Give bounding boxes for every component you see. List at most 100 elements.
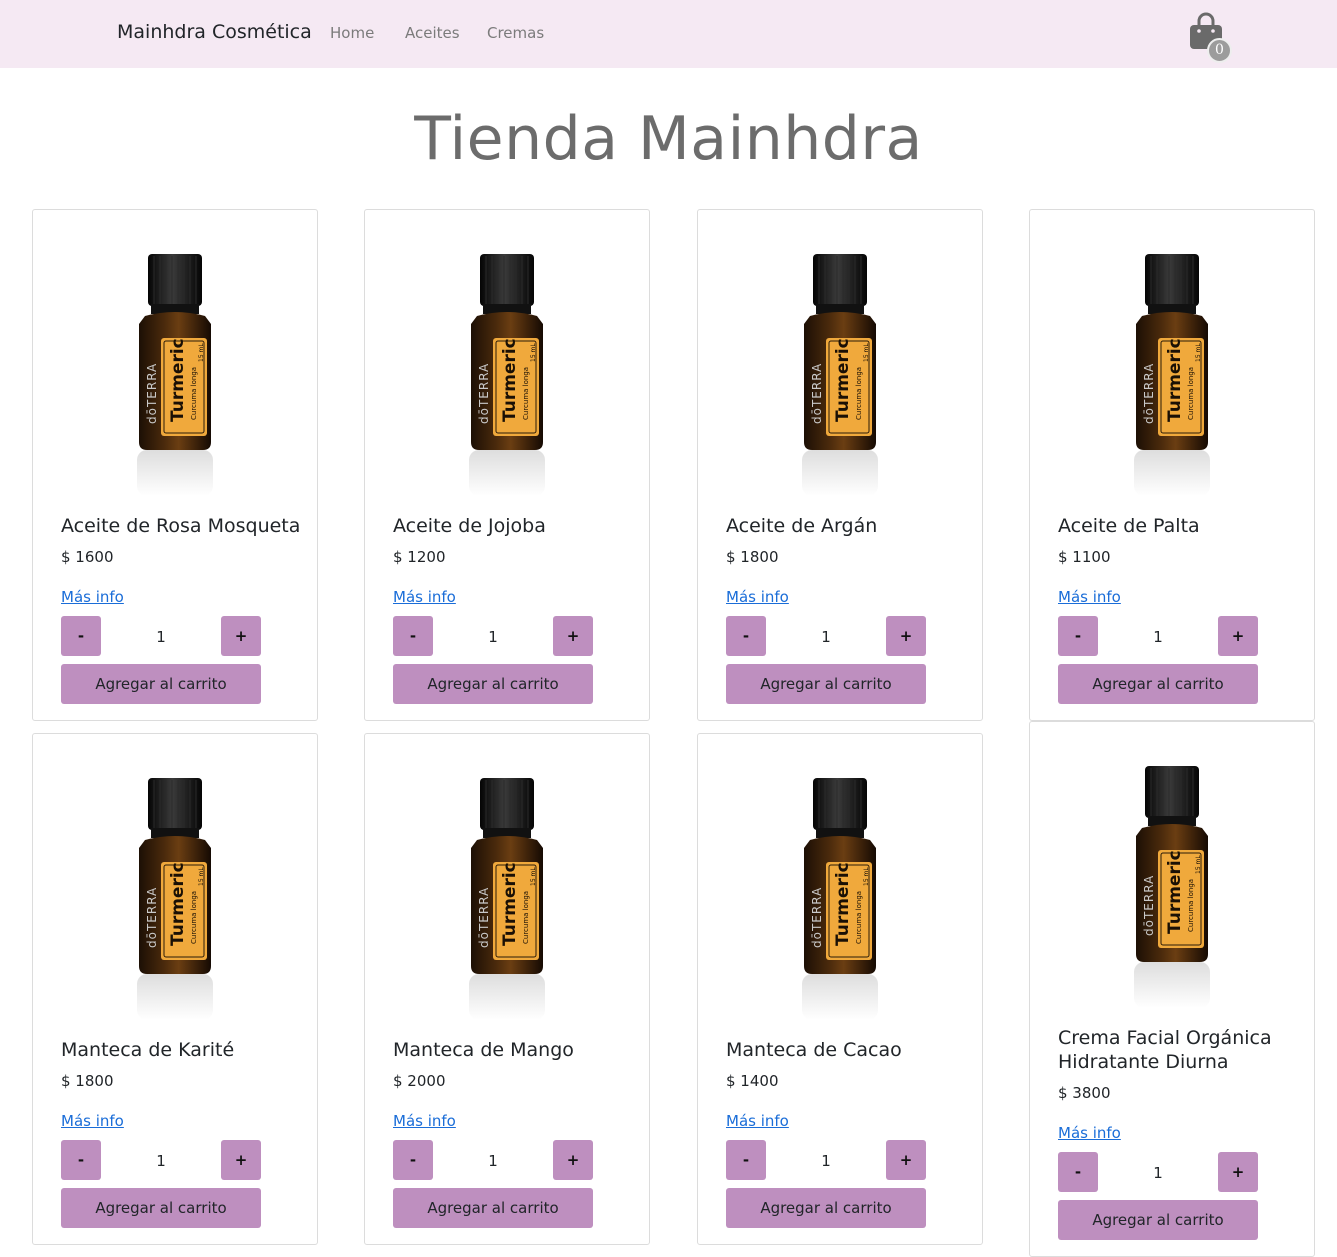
increment-button[interactable]: + <box>1218 616 1258 656</box>
product-image: dōTERRA Turmeric Curcuma longa 15 mL <box>365 734 649 1024</box>
decrement-button[interactable]: - <box>1058 1152 1098 1192</box>
product-title: Aceite de Jojoba <box>393 515 546 537</box>
svg-text:Curcuma longa: Curcuma longa <box>522 891 530 944</box>
svg-text:15 mL: 15 mL <box>863 867 870 886</box>
product-price: $ 1400 <box>726 1072 779 1090</box>
svg-text:Curcuma longa: Curcuma longa <box>1187 367 1195 420</box>
product-title: Aceite de Argán <box>726 515 878 537</box>
more-info-link[interactable]: Más info <box>393 588 456 606</box>
svg-text:Curcuma longa: Curcuma longa <box>855 891 863 944</box>
product-image: dōTERRA Turmeric Curcuma longa 15 mL <box>365 210 649 500</box>
quantity-value: 1 <box>488 1152 498 1170</box>
decrement-button[interactable]: - <box>61 616 101 656</box>
svg-text:dōTERRA: dōTERRA <box>145 363 159 424</box>
decrement-button[interactable]: - <box>393 616 433 656</box>
nav-link-aceites[interactable]: Aceites <box>405 24 460 42</box>
product-image: dōTERRA Turmeric Curcuma longa 15 mL <box>33 210 317 500</box>
product-image: dōTERRA Turmeric Curcuma longa 15 mL <box>698 734 982 1024</box>
add-to-cart-button[interactable]: Agregar al carrito <box>393 1188 593 1228</box>
product-card: dōTERRA Turmeric Curcuma longa 15 mL Ace… <box>364 209 650 721</box>
more-info-link[interactable]: Más info <box>1058 588 1121 606</box>
svg-text:15 mL: 15 mL <box>530 343 537 362</box>
svg-text:Turmeric: Turmeric <box>500 338 520 422</box>
product-card: dōTERRA Turmeric Curcuma longa 15 mL Man… <box>697 733 983 1245</box>
decrement-button[interactable]: - <box>726 1140 766 1180</box>
product-image: dōTERRA Turmeric Curcuma longa 15 mL <box>698 210 982 500</box>
add-to-cart-button[interactable]: Agregar al carrito <box>393 664 593 704</box>
increment-button[interactable]: + <box>221 1140 261 1180</box>
svg-text:dōTERRA: dōTERRA <box>145 887 159 948</box>
quantity-value: 1 <box>156 1152 166 1170</box>
more-info-link[interactable]: Más info <box>1058 1124 1121 1142</box>
product-card: dōTERRA Turmeric Curcuma longa 15 mL Man… <box>364 733 650 1245</box>
decrement-button[interactable]: - <box>393 1140 433 1180</box>
decrement-button[interactable]: - <box>1058 616 1098 656</box>
add-to-cart-button[interactable]: Agregar al carrito <box>726 1188 926 1228</box>
svg-text:Turmeric: Turmeric <box>1165 850 1185 934</box>
product-card: dōTERRA Turmeric Curcuma longa 15 mL Ace… <box>32 209 318 721</box>
navbar: Mainhdra Cosmética Home Aceites Cremas 0 <box>0 0 1337 68</box>
product-title: Aceite de Palta <box>1058 515 1200 537</box>
increment-button[interactable]: + <box>553 616 593 656</box>
svg-text:dōTERRA: dōTERRA <box>1142 363 1156 424</box>
cart-button[interactable]: 0 <box>1188 12 1234 64</box>
cart-count-badge: 0 <box>1207 38 1232 63</box>
svg-text:Curcuma longa: Curcuma longa <box>1187 879 1195 932</box>
increment-button[interactable]: + <box>221 616 261 656</box>
increment-button[interactable]: + <box>553 1140 593 1180</box>
svg-text:15 mL: 15 mL <box>198 343 205 362</box>
decrement-button[interactable]: - <box>61 1140 101 1180</box>
increment-button[interactable]: + <box>1218 1152 1258 1192</box>
nav-link-cremas[interactable]: Cremas <box>487 24 544 42</box>
quantity-value: 1 <box>821 628 831 646</box>
add-to-cart-button[interactable]: Agregar al carrito <box>1058 1200 1258 1240</box>
quantity-value: 1 <box>1153 628 1163 646</box>
product-card: dōTERRA Turmeric Curcuma longa 15 mL Cre… <box>1029 721 1315 1257</box>
svg-text:dōTERRA: dōTERRA <box>810 887 824 948</box>
brand-link[interactable]: Mainhdra Cosmética <box>117 21 312 43</box>
product-title: Manteca de Mango <box>393 1039 574 1061</box>
svg-text:dōTERRA: dōTERRA <box>1142 875 1156 936</box>
product-card: dōTERRA Turmeric Curcuma longa 15 mL Ace… <box>1029 209 1315 721</box>
nav-link-home[interactable]: Home <box>330 24 374 42</box>
add-to-cart-button[interactable]: Agregar al carrito <box>1058 664 1258 704</box>
svg-text:Curcuma longa: Curcuma longa <box>190 891 198 944</box>
more-info-link[interactable]: Más info <box>726 1112 789 1130</box>
svg-text:15 mL: 15 mL <box>1195 343 1202 362</box>
svg-text:Curcuma longa: Curcuma longa <box>190 367 198 420</box>
more-info-link[interactable]: Más info <box>61 588 124 606</box>
svg-text:dōTERRA: dōTERRA <box>810 363 824 424</box>
svg-text:15 mL: 15 mL <box>198 867 205 886</box>
svg-text:15 mL: 15 mL <box>863 343 870 362</box>
product-title: Manteca de Cacao <box>726 1039 902 1061</box>
add-to-cart-button[interactable]: Agregar al carrito <box>61 664 261 704</box>
quantity-value: 1 <box>488 628 498 646</box>
product-price: $ 2000 <box>393 1072 446 1090</box>
product-title: Manteca de Karité <box>61 1039 235 1061</box>
svg-text:Turmeric: Turmeric <box>168 862 188 946</box>
product-title: Crema Facial Orgánica Hidratante Diurna <box>1058 1027 1272 1073</box>
quantity-value: 1 <box>1153 1164 1163 1182</box>
increment-button[interactable]: + <box>886 1140 926 1180</box>
svg-text:dōTERRA: dōTERRA <box>477 887 491 948</box>
more-info-link[interactable]: Más info <box>61 1112 124 1130</box>
decrement-button[interactable]: - <box>726 616 766 656</box>
product-price: $ 1800 <box>726 548 779 566</box>
svg-text:Curcuma longa: Curcuma longa <box>522 367 530 420</box>
add-to-cart-button[interactable]: Agregar al carrito <box>61 1188 261 1228</box>
increment-button[interactable]: + <box>886 616 926 656</box>
quantity-value: 1 <box>821 1152 831 1170</box>
svg-text:dōTERRA: dōTERRA <box>477 363 491 424</box>
add-to-cart-button[interactable]: Agregar al carrito <box>726 664 926 704</box>
svg-text:Turmeric: Turmeric <box>500 862 520 946</box>
product-price: $ 1800 <box>61 1072 114 1090</box>
page-title: Tienda Mainhdra <box>414 104 923 174</box>
product-price: $ 1200 <box>393 548 446 566</box>
quantity-value: 1 <box>156 628 166 646</box>
product-title: Aceite de Rosa Mosqueta <box>61 515 301 537</box>
more-info-link[interactable]: Más info <box>726 588 789 606</box>
more-info-link[interactable]: Más info <box>393 1112 456 1130</box>
product-card: dōTERRA Turmeric Curcuma longa 15 mL Ace… <box>697 209 983 721</box>
svg-text:15 mL: 15 mL <box>530 867 537 886</box>
product-image: dōTERRA Turmeric Curcuma longa 15 mL <box>33 734 317 1024</box>
